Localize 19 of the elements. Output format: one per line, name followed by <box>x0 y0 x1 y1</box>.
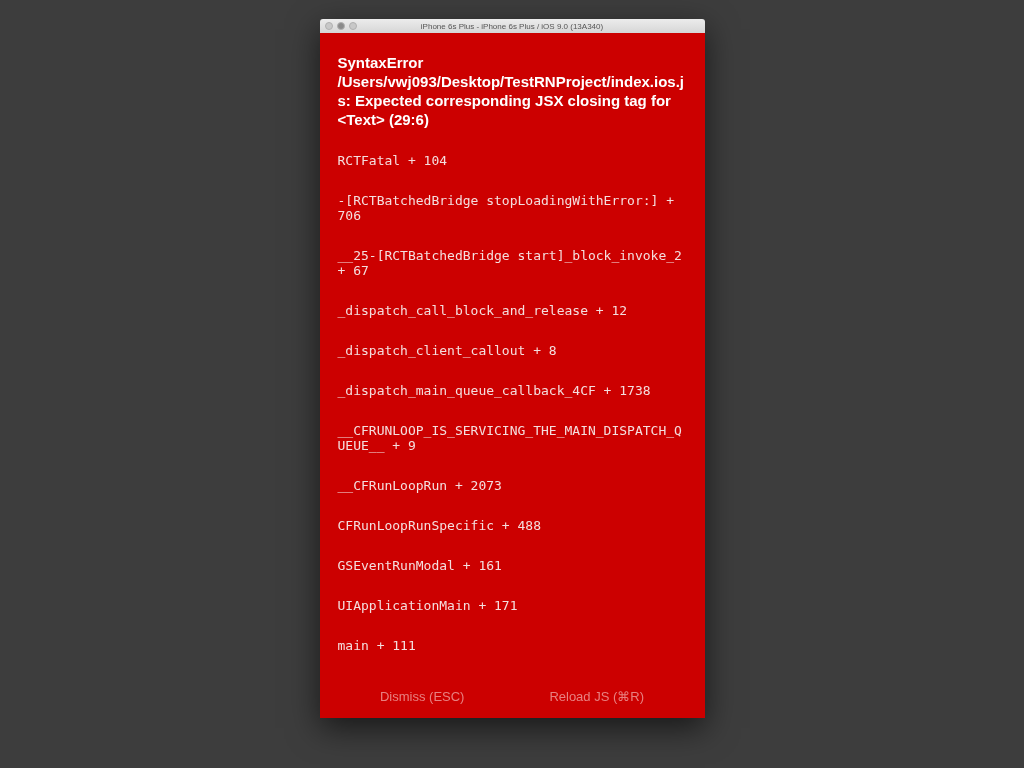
stack-frame: _dispatch_main_queue_callback_4CF + 1738 <box>337 383 687 398</box>
stack-frame: RCTFatal + 104 <box>337 153 687 168</box>
zoom-button[interactable] <box>348 22 357 30</box>
minimize-button[interactable] <box>336 22 345 30</box>
dismiss-button[interactable]: Dismiss (ESC) <box>371 684 473 708</box>
window-title: iPhone 6s Plus - iPhone 6s Plus / iOS 9.0 (13A340) <box>419 21 605 31</box>
stack-frame: GSEventRunModal + 161 <box>337 558 687 573</box>
reload-button[interactable]: Reload JS (⌘R) <box>541 684 652 708</box>
error-message: SyntaxError /Users/vwj093/Desktop/TestRNProject/index.ios.js: Expected corresponding JSX closing tag for <Text> (29:6) <box>337 53 686 129</box>
stack-frame: _dispatch_client_callout + 8 <box>337 343 687 358</box>
stack-frame: -[RCTBatchedBridge stopLoadingWithError:] + 706 <box>337 193 687 223</box>
close-button[interactable] <box>324 22 333 30</box>
stack-frame: _dispatch_call_block_and_release + 12 <box>337 303 687 318</box>
stack-frame: CFRunLoopRunSpecific + 488 <box>337 518 687 533</box>
stack-frame: main + 111 <box>337 638 687 653</box>
stack-frame: UIApplicationMain + 171 <box>337 598 687 613</box>
stack-frame: __CFRunLoopRun + 2073 <box>337 478 687 493</box>
stack-frame: __CFRUNLOOP_IS_SERVICING_THE_MAIN_DISPATCH_QUEUE__ + 9 <box>337 423 687 453</box>
stack-frame: __25-[RCTBatchedBridge start]_block_invoke_2 + 67 <box>337 248 687 278</box>
